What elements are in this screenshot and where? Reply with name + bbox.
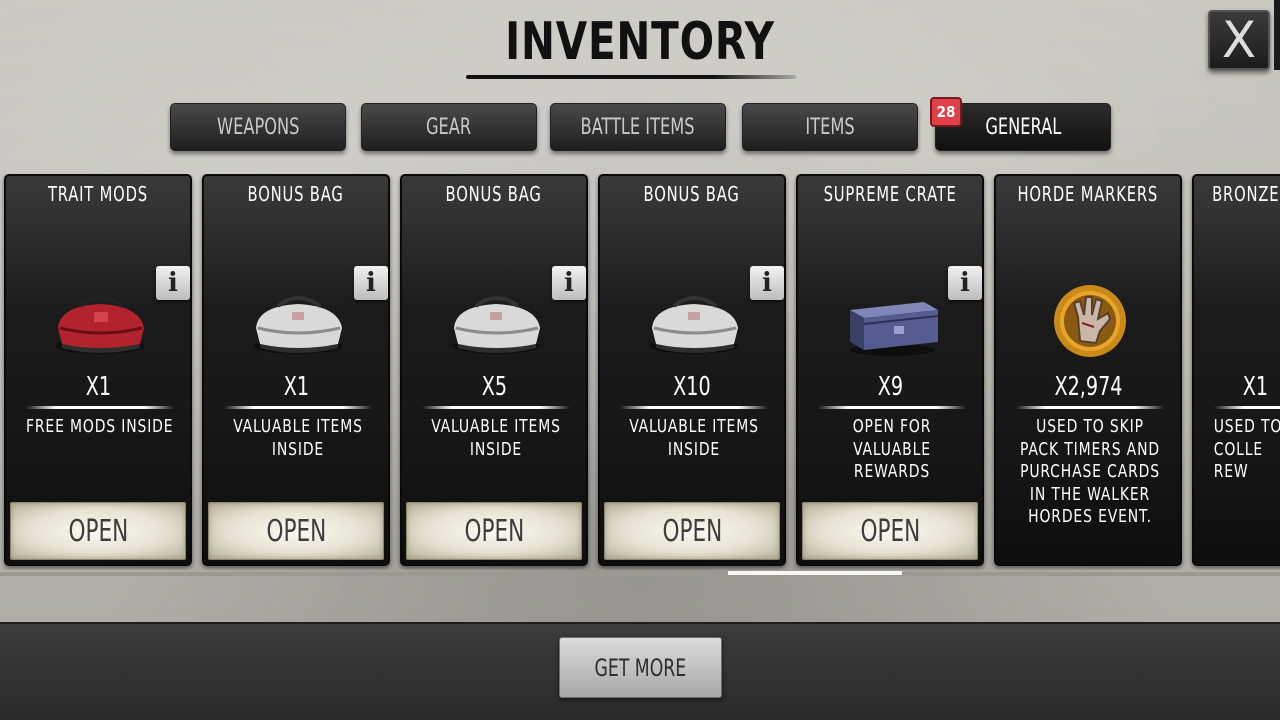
- item-quantity: X10: [673, 372, 711, 402]
- tab-label: GENERAL: [985, 114, 1061, 140]
- bronze-star-medal-icon: [1228, 276, 1280, 362]
- tab-label: GEAR: [426, 114, 472, 140]
- item-quantity: X5: [481, 372, 507, 402]
- item-description: FREE MODS INSIDE: [26, 416, 174, 437]
- close-icon: X: [1221, 11, 1257, 69]
- item-quantity: X2,974: [1053, 372, 1123, 402]
- divider: [818, 406, 966, 409]
- item-card: SUPREME CRATE i X9 OPEN FOR VALUABLE REW…: [796, 174, 984, 566]
- item-card-list[interactable]: TRAIT MODS i X1 FREE MODS INSIDE OPEN BO…: [0, 174, 1280, 570]
- white-duffel-bag-icon: [650, 296, 738, 354]
- edge-decoration: [1274, 0, 1280, 70]
- tab-items[interactable]: ITEMS: [742, 103, 918, 151]
- divider: [26, 406, 174, 409]
- tab-battle-items[interactable]: BATTLE ITEMS: [550, 103, 726, 151]
- open-button[interactable]: OPEN: [802, 502, 978, 560]
- zombie-hand-medal-icon: [1054, 285, 1126, 357]
- category-tabs: WEAPONS GEAR BATTLE ITEMS ITEMS GENERAL: [170, 103, 1111, 153]
- divider: [1016, 406, 1164, 409]
- item-card: BONUS BAG i X5 VALUABLE ITEMS INSIDE OPE…: [400, 174, 588, 566]
- info-icon[interactable]: i: [750, 266, 784, 300]
- item-quantity: X9: [877, 372, 903, 402]
- scrollbar-track: [0, 572, 1280, 576]
- tab-label: ITEMS: [805, 114, 855, 140]
- item-quantity: X1: [85, 372, 111, 402]
- notification-badge: 28: [930, 97, 962, 127]
- tab-label: WEAPONS: [216, 114, 300, 140]
- item-card: HORDE MARKERS X2,974 USED TO SKIP PACK T…: [994, 174, 1182, 566]
- page-title: INVENTORY: [505, 12, 775, 72]
- close-button[interactable]: X: [1208, 10, 1270, 70]
- divider: [1214, 406, 1280, 409]
- item-description: VALUABLE ITEMS INSIDE: [431, 416, 561, 460]
- get-more-button[interactable]: GET MORE: [559, 637, 722, 698]
- item-description: VALUABLE ITEMS INSIDE: [233, 416, 363, 460]
- item-description: USED TO SKIP PACK TIMERS AND PURCHASE CA…: [1020, 416, 1160, 527]
- item-description: VALUABLE ITEMS INSIDE: [629, 416, 759, 460]
- blue-crate-icon: [850, 302, 939, 356]
- item-card: BONUS BAG i X10 VALUABLE ITEMS INSIDE OP…: [598, 174, 786, 566]
- card-title: TRAIT MODS: [47, 182, 148, 206]
- open-button[interactable]: OPEN: [10, 502, 186, 560]
- card-title: BRONZE TI: [1212, 182, 1280, 206]
- item-card: BONUS BAG i X1 VALUABLE ITEMS INSIDE OPE…: [202, 174, 390, 566]
- card-title: HORDE MARKERS: [1017, 182, 1159, 206]
- info-icon[interactable]: i: [354, 266, 388, 300]
- item-card: TRAIT MODS i X1 FREE MODS INSIDE OPEN: [4, 174, 192, 566]
- open-button[interactable]: OPEN: [604, 502, 780, 560]
- info-icon[interactable]: i: [948, 266, 982, 300]
- white-duffel-bag-icon: [254, 296, 342, 354]
- tab-label: BATTLE ITEMS: [580, 114, 696, 140]
- get-more-label: GET MORE: [594, 653, 687, 682]
- card-title: BONUS BAG: [247, 182, 345, 206]
- item-description: USED TO COLLE REW: [1213, 416, 1280, 482]
- card-title: BONUS BAG: [445, 182, 543, 206]
- item-quantity: X1: [1242, 372, 1269, 402]
- red-duffel-bag-icon: [56, 296, 144, 354]
- info-icon[interactable]: i: [552, 266, 586, 300]
- open-button[interactable]: OPEN: [208, 502, 384, 560]
- card-title: SUPREME CRATE: [823, 182, 957, 206]
- item-quantity: X1: [283, 372, 309, 402]
- divider: [620, 406, 768, 409]
- divider: [422, 406, 570, 409]
- item-description: OPEN FOR VALUABLE REWARDS: [852, 416, 932, 482]
- white-duffel-bag-icon: [452, 296, 540, 354]
- scrollbar-thumb[interactable]: [728, 571, 902, 575]
- divider: [224, 406, 372, 409]
- tab-gear[interactable]: GEAR: [361, 103, 537, 151]
- open-button[interactable]: OPEN: [406, 502, 582, 560]
- item-card: BRONZE TI X1 USED TO COLLE REW: [1192, 174, 1280, 566]
- card-title: BONUS BAG: [643, 182, 741, 206]
- tab-weapons[interactable]: WEAPONS: [170, 103, 346, 151]
- info-icon[interactable]: i: [156, 266, 190, 300]
- title-underline: [466, 75, 796, 79]
